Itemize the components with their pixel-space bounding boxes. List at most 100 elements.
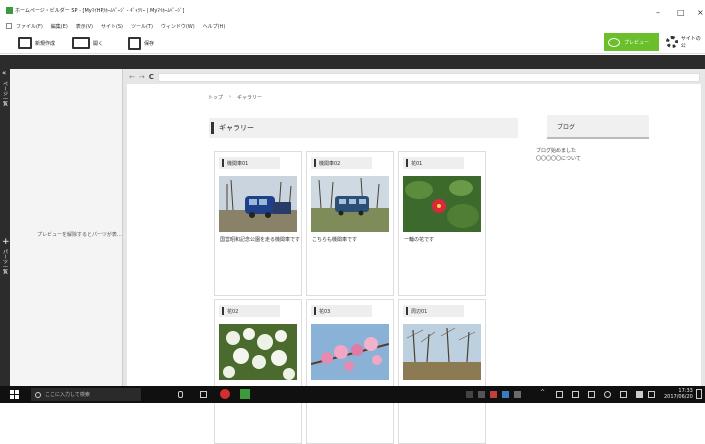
card-caption: 花03 bbox=[311, 305, 372, 317]
gallery-card[interactable]: 花03 bbox=[306, 299, 394, 444]
notification-icon[interactable] bbox=[572, 391, 579, 398]
homepage-builder-app-icon[interactable] bbox=[240, 389, 250, 399]
web-page: トップ › ギャラリー ギャラリー ブログ ブログ始めました 〇〇〇〇〇について… bbox=[127, 84, 701, 444]
page-list-tab[interactable]: ページ一覧 bbox=[2, 81, 9, 106]
card-caption-text: 花01 bbox=[411, 160, 423, 167]
menu-site[interactable]: サイト(S) bbox=[101, 23, 123, 30]
gallery-title: ギャラリー bbox=[219, 124, 254, 132]
close-button[interactable]: × bbox=[697, 8, 704, 17]
windows-start-icon[interactable] bbox=[10, 390, 19, 399]
save-label: 保存 bbox=[144, 40, 155, 47]
menu-help[interactable]: ヘルプ(H) bbox=[203, 23, 226, 30]
breadcrumb-separator: › bbox=[229, 94, 232, 100]
menu-tools[interactable]: ツール(T) bbox=[131, 23, 153, 30]
back-icon[interactable]: ← bbox=[129, 73, 135, 81]
left-sidebar: « ページ一覧 + パーツ一覧 bbox=[0, 69, 10, 386]
card-caption: 機関車01 bbox=[219, 157, 280, 169]
gallery-card[interactable]: 花01 一輪の花です bbox=[398, 151, 486, 296]
new-page-icon bbox=[18, 37, 32, 49]
parts-hint: プレビューを解除するとパーツが表... bbox=[37, 232, 122, 238]
menu-bar: ファイル(F) 編集(E) 表示(V) サイト(S) ツール(T) ウィンドウ(… bbox=[0, 22, 705, 32]
clock-date: 2017/06/20 bbox=[664, 394, 693, 400]
action-center-icon[interactable] bbox=[696, 389, 702, 399]
eye-icon bbox=[608, 37, 620, 47]
save-button[interactable]: 保存 bbox=[128, 36, 154, 50]
volume-icon[interactable] bbox=[620, 391, 627, 398]
tray-icon[interactable] bbox=[514, 391, 521, 398]
tray-icon[interactable] bbox=[490, 391, 497, 398]
site-publish-button[interactable]: サイトの公 bbox=[666, 35, 705, 49]
task-view-icon[interactable] bbox=[200, 391, 207, 398]
breadcrumb: トップ › ギャラリー bbox=[208, 94, 262, 101]
toolbar: 新規作成 開く 保存 bbox=[0, 32, 705, 54]
taskbar-search[interactable]: ここに入力して検索 bbox=[31, 388, 141, 401]
cloud-icon[interactable] bbox=[636, 391, 643, 398]
site-label: サイトの公 bbox=[680, 36, 701, 49]
menu-file[interactable]: ファイル(F) bbox=[16, 23, 43, 30]
parts-panel: プレビューを解除するとパーツが表... bbox=[10, 69, 123, 386]
card-caption: 周辺01 bbox=[403, 305, 464, 317]
title-bar: ホームページ・ビルダー SP - [MyﾏｲHP/ﾎｰﾑﾍﾟｰｼﾞ - ｷﾞｬﾗ… bbox=[0, 0, 705, 22]
preview-button[interactable]: プレビュー bbox=[604, 33, 659, 51]
display-icon[interactable] bbox=[648, 391, 655, 398]
blog-heading: ブログ bbox=[547, 115, 649, 139]
maximize-button[interactable]: □ bbox=[677, 8, 685, 17]
parts-list-tab[interactable]: パーツ一覧 bbox=[2, 249, 9, 274]
address-bar: ← → C bbox=[123, 71, 705, 83]
card-caption-text: 機関車01 bbox=[227, 160, 249, 167]
gallery-card[interactable]: 機関車02 こちらも機関車です bbox=[306, 151, 394, 296]
taskbar: ここに入力して検索 ^ 17:33 2017/06/20 bbox=[0, 386, 705, 403]
card-caption-text: 花02 bbox=[227, 308, 239, 315]
menu-window[interactable]: ウィンドウ(W) bbox=[161, 23, 195, 30]
card-caption: 機関車02 bbox=[311, 157, 372, 169]
blog-item[interactable]: ブログ始めました bbox=[536, 147, 581, 155]
card-description: 国営昭和記念公園を走る機関車です bbox=[220, 237, 301, 243]
preview-area: ← → C トップ › ギャラリー ギャラリー ブログ ブログ始めました 〇〇〇… bbox=[123, 69, 705, 444]
tray-icon[interactable] bbox=[502, 391, 509, 398]
microphone-icon[interactable] bbox=[178, 391, 183, 398]
window-title: ホームページ・ビルダー SP - [MyﾏｲHP/ﾎｰﾑﾍﾟｰｼﾞ - ｷﾞｬﾗ… bbox=[15, 8, 185, 14]
chevron-up-icon[interactable]: ^ bbox=[540, 389, 548, 396]
preview-label: プレビュー bbox=[624, 39, 650, 46]
new-button[interactable]: 新規作成 bbox=[18, 36, 55, 50]
card-caption-text: 周辺01 bbox=[411, 308, 428, 315]
minimize-button[interactable]: – bbox=[656, 8, 660, 17]
gallery-card[interactable]: 周辺01 bbox=[398, 299, 486, 444]
network-icon[interactable] bbox=[556, 391, 563, 398]
menu-edit[interactable]: 編集(E) bbox=[51, 23, 68, 30]
search-icon bbox=[35, 391, 41, 398]
breadcrumb-current: ギャラリー bbox=[237, 95, 263, 101]
card-description: こちらも機関車です bbox=[312, 237, 358, 243]
keyboard-icon[interactable] bbox=[588, 391, 595, 398]
collapse-icon[interactable]: « bbox=[2, 69, 6, 77]
gallery-card[interactable]: 機関車01 国営昭和記念公園を走る機関車です bbox=[214, 151, 302, 296]
pink-blossom-photo bbox=[311, 324, 389, 380]
menu-view[interactable]: 表示(V) bbox=[76, 23, 93, 30]
forward-icon[interactable]: → bbox=[139, 73, 145, 81]
card-caption-text: 花03 bbox=[319, 308, 331, 315]
browser-app-icon[interactable] bbox=[220, 389, 230, 399]
heading-bar bbox=[211, 122, 214, 134]
open-folder-icon bbox=[72, 37, 90, 49]
add-parts-icon[interactable]: + bbox=[2, 237, 10, 247]
reload-icon[interactable]: C bbox=[149, 73, 154, 81]
gear-icon bbox=[666, 36, 678, 48]
editor-header-strip bbox=[0, 55, 705, 69]
card-caption-text: 機関車02 bbox=[319, 160, 341, 167]
breadcrumb-top[interactable]: トップ bbox=[208, 94, 223, 101]
red-flower-photo bbox=[403, 176, 481, 232]
gallery-card[interactable]: 花02 bbox=[214, 299, 302, 444]
menu-app-icon bbox=[6, 23, 12, 29]
app-icon bbox=[6, 7, 13, 14]
tray-icon[interactable] bbox=[478, 391, 485, 398]
white-flowers-photo bbox=[219, 324, 297, 380]
url-field[interactable] bbox=[157, 72, 700, 82]
open-label: 開く bbox=[93, 40, 104, 47]
blog-list: ブログ始めました 〇〇〇〇〇について bbox=[536, 147, 581, 163]
gallery-heading: ギャラリー bbox=[209, 118, 518, 138]
taskbar-clock[interactable]: 17:33 2017/06/20 bbox=[664, 388, 693, 400]
ime-icon[interactable] bbox=[604, 391, 611, 398]
tray-icon[interactable] bbox=[466, 391, 473, 398]
blog-item[interactable]: 〇〇〇〇〇について bbox=[536, 155, 581, 163]
open-button[interactable]: 開く bbox=[72, 36, 103, 50]
